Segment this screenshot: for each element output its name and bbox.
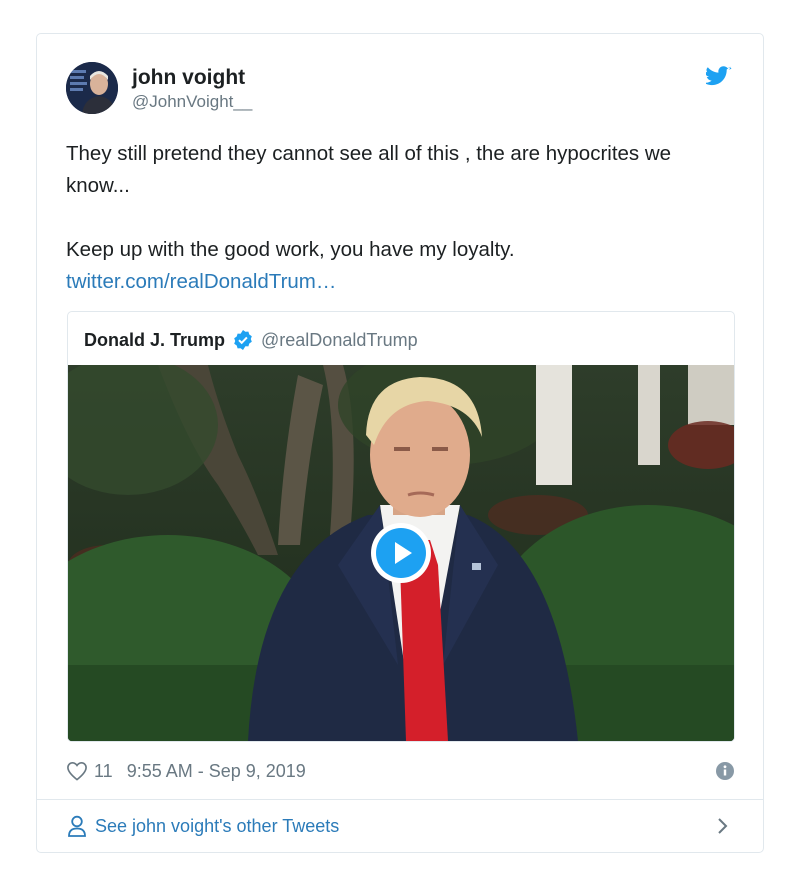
tweet-text-line: Keep up with the good work, you have my …: [66, 238, 515, 261]
quoted-tweet[interactable]: Donald J. Trump @realDonaldTrump: [67, 311, 735, 742]
verified-badge-icon: [234, 330, 252, 350]
play-icon: [376, 528, 426, 578]
tweet-meta: 11 9:55 AM - Sep 9, 2019: [66, 756, 734, 786]
heart-icon[interactable]: [66, 761, 88, 781]
see-other-tweets-label[interactable]: See john voight's other Tweets: [95, 816, 339, 837]
info-icon[interactable]: [716, 762, 734, 780]
avatar-image: [66, 62, 118, 114]
see-other-tweets-link[interactable]: See john voight's other Tweets: [67, 812, 733, 840]
embedded-tweet-card: john voight @JohnVoight__ They still pre…: [36, 33, 764, 853]
author-info[interactable]: john voight @JohnVoight__: [132, 65, 252, 113]
quoted-author-name[interactable]: Donald J. Trump: [84, 330, 225, 351]
person-icon: [68, 815, 86, 837]
tweet-link[interactable]: twitter.com/realDonaldTrum…: [66, 270, 336, 293]
twitter-bird-icon[interactable]: [706, 66, 732, 88]
play-button[interactable]: [371, 523, 431, 583]
timestamp[interactable]: 9:55 AM - Sep 9, 2019: [127, 761, 306, 782]
like-count[interactable]: 11: [94, 761, 113, 782]
tweet-text-line: They still pretend they cannot see all o…: [66, 142, 672, 197]
quoted-author-handle[interactable]: @realDonaldTrump: [261, 330, 418, 351]
author-handle[interactable]: @JohnVoight__: [132, 91, 252, 113]
quoted-tweet-header: Donald J. Trump @realDonaldTrump: [84, 328, 418, 352]
author-name[interactable]: john voight: [132, 65, 252, 91]
tweet-body: They still pretend they cannot see all o…: [66, 138, 736, 298]
video-thumbnail[interactable]: [68, 365, 734, 741]
chevron-right-icon[interactable]: [717, 817, 729, 835]
footer-divider: [37, 799, 763, 800]
author-avatar[interactable]: [66, 62, 118, 114]
tweet-header: john voight @JohnVoight__: [66, 62, 734, 118]
